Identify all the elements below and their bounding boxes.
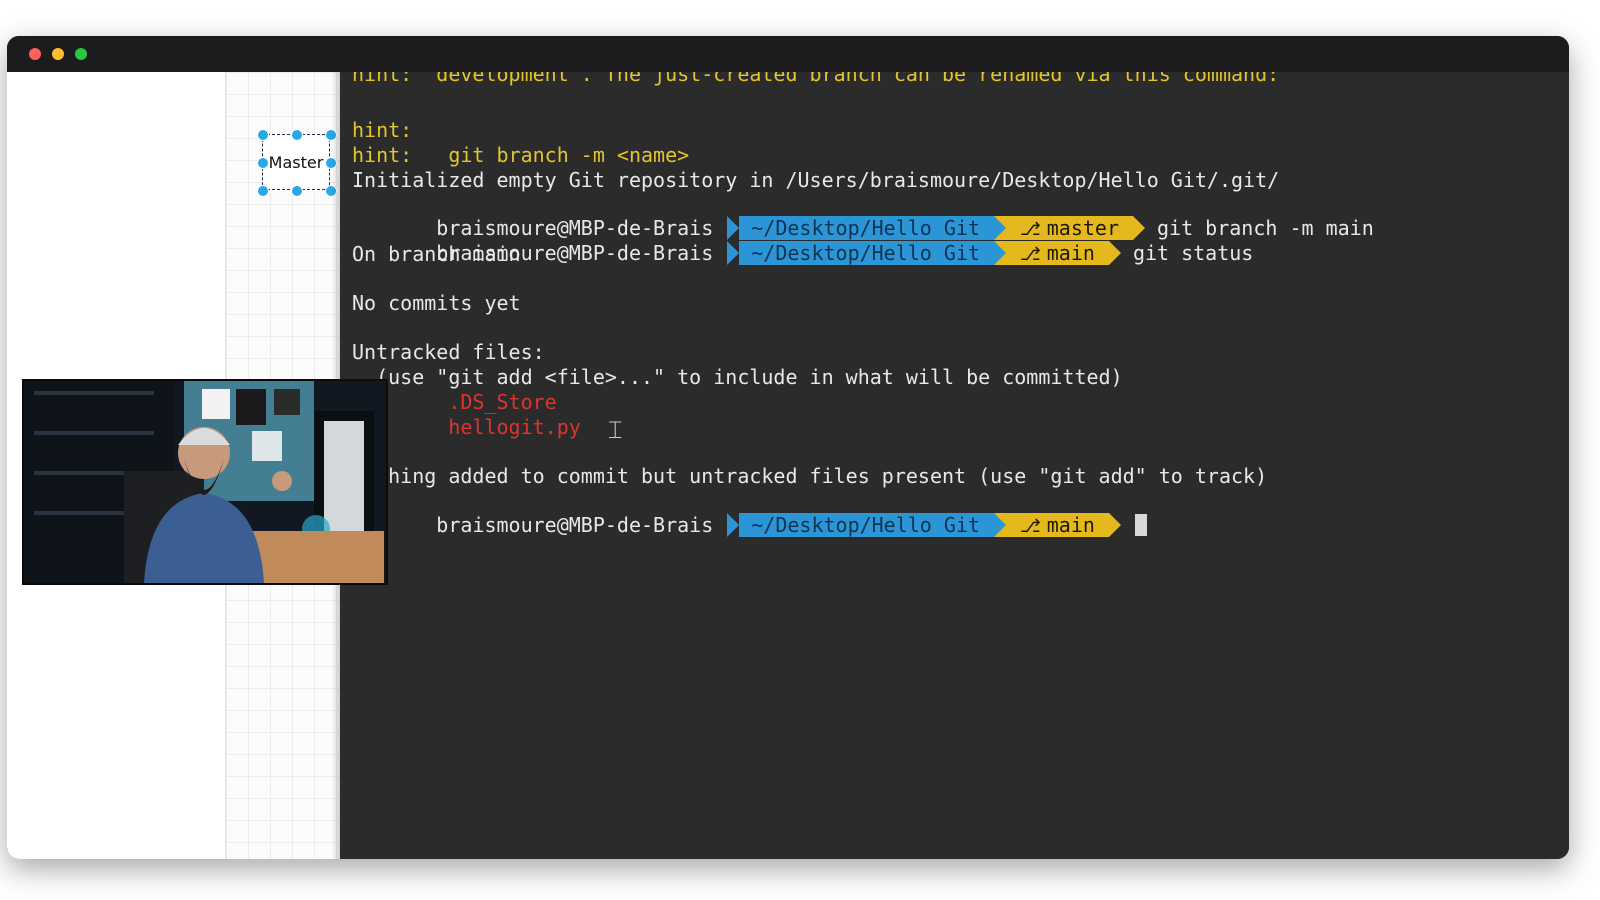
hint-line: hint: git branch -m <name> <box>352 143 690 167</box>
prompt-line: braismoure@MBP-de-Brais ~/Desktop/Hello G… <box>352 192 1374 240</box>
hint-line: hint: <box>352 118 413 142</box>
resize-handle[interactable] <box>257 185 269 197</box>
output-line: Initialized empty Git repository in /Use… <box>352 168 1280 192</box>
resize-handle[interactable] <box>257 157 269 169</box>
resize-handle[interactable] <box>291 185 303 197</box>
git-branch-icon: ⎇ <box>1020 516 1041 537</box>
prompt-branch-segment: ⎇ main <box>994 241 1121 265</box>
title-bar <box>7 36 1569 72</box>
terminal-cursor[interactable] <box>1134 514 1147 536</box>
master-node[interactable]: Master <box>262 134 330 190</box>
minimize-button[interactable] <box>52 48 64 60</box>
output-line: Untracked files: <box>352 340 545 364</box>
output-line: No commits yet <box>352 291 521 315</box>
command-text: git status <box>1132 241 1254 265</box>
zoom-button[interactable] <box>75 48 87 60</box>
prompt-path-segment: ~/Desktop/Hello Git <box>727 513 995 537</box>
prompt-branch: main <box>1046 513 1095 537</box>
master-node-label: Master <box>268 152 324 172</box>
terminal-pane[interactable]: hint: development'. The just-created bra… <box>340 72 1569 859</box>
prompt-path-segment: ~/Desktop/Hello Git <box>727 241 995 265</box>
prompt-path: ~/Desktop/Hello Git <box>751 513 981 537</box>
output-line: (use "git add <file>..." to include in w… <box>352 365 1123 389</box>
prompt-branch-segment: ⎇ main <box>994 513 1121 537</box>
prompt-user: braismoure@MBP-de-Brais <box>424 513 714 537</box>
close-button[interactable] <box>29 48 41 60</box>
resize-handle[interactable] <box>257 129 269 141</box>
prompt-branch: main <box>1046 241 1095 265</box>
prompt-path: ~/Desktop/Hello Git <box>751 241 981 265</box>
git-branch-icon: ⎇ <box>1020 244 1041 265</box>
output-line: nothing added to commit but untracked fi… <box>352 464 1268 488</box>
presenter-video-frame <box>24 381 386 583</box>
hint-line-partial: hint: development'. The just-created bra… <box>352 72 1280 86</box>
output-line: On branch main <box>352 242 521 266</box>
resize-handle[interactable] <box>291 129 303 141</box>
webcam-overlay <box>22 379 388 585</box>
prompt-line: braismoure@MBP-de-Brais ~/Desktop/Hello G… <box>352 217 1253 265</box>
prompt-line: braismoure@MBP-de-Brais ~/Desktop/Hello G… <box>352 489 1147 537</box>
text-cursor-icon: ⌶ <box>608 416 623 444</box>
